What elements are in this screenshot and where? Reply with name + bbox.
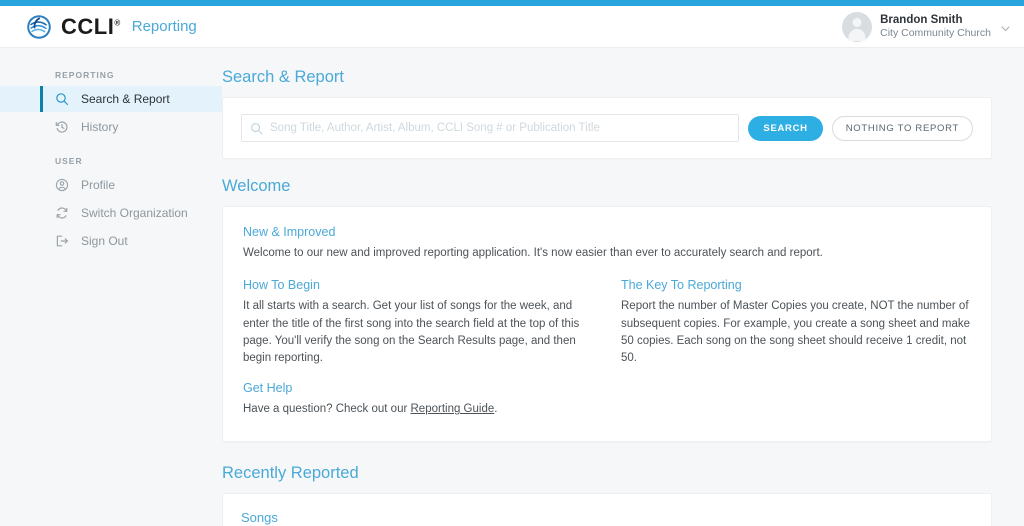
sidebar-section-reporting-label: REPORTING <box>55 70 115 80</box>
brand-logo[interactable]: CCLI® Reporting <box>26 14 197 40</box>
welcome-title: Welcome <box>222 177 291 195</box>
page-title: Search & Report <box>222 68 344 86</box>
sidebar-item-sign-out[interactable]: Sign Out <box>0 228 222 254</box>
welcome-get-help-text: Have a question? Check out our Reporting… <box>243 401 593 418</box>
get-help-text-after: . <box>494 403 498 416</box>
search-input[interactable] <box>270 122 731 134</box>
welcome-new-improved-text: Welcome to our new and improved reportin… <box>243 247 823 259</box>
welcome-card: New & Improved Welcome to our new and im… <box>222 206 992 442</box>
songs-subtitle: Songs <box>241 509 278 525</box>
account-name: Brandon Smith <box>880 13 963 26</box>
welcome-column-right: The Key To Reporting Report the number o… <box>621 264 971 418</box>
sidebar-section-user-label: USER <box>55 156 83 166</box>
get-help-text-before: Have a question? Check out our <box>243 403 411 416</box>
main-content: Search & Report SEARCH NOTHING TO REPORT… <box>222 48 1024 526</box>
sidebar-item-switch-organization[interactable]: Switch Organization <box>0 200 222 226</box>
welcome-new-improved-heading: New & Improved <box>243 225 336 239</box>
ccli-swirl-icon <box>26 14 52 40</box>
brand-name: CCLI® <box>61 13 121 39</box>
account-organization: City Community Church <box>880 27 991 40</box>
account-menu[interactable]: Brandon Smith City Community Church <box>842 11 1010 42</box>
search-icon <box>250 122 263 135</box>
search-field-wrapper[interactable] <box>241 114 740 142</box>
sidebar-item-label: Sign Out <box>81 234 128 248</box>
sidebar-item-search-report[interactable]: Search & Report <box>0 86 222 112</box>
reporting-guide-link[interactable]: Reporting Guide <box>411 403 495 415</box>
sidebar-item-profile[interactable]: Profile <box>0 172 222 198</box>
search-icon <box>55 92 69 106</box>
sidebar-item-label: History <box>81 120 119 134</box>
history-icon <box>55 120 69 134</box>
brand-registered-mark: ® <box>114 18 121 28</box>
welcome-key-to-reporting-text: Report the number of Master Copies you c… <box>621 300 971 364</box>
welcome-column-left: How To Begin It all starts with a search… <box>243 264 593 418</box>
welcome-how-to-begin-text: It all starts with a search. Get your li… <box>243 300 580 364</box>
brand-product-name: Reporting <box>131 18 197 35</box>
nothing-to-report-button[interactable]: NOTHING TO REPORT <box>831 115 973 141</box>
sign-out-icon <box>55 234 69 248</box>
switch-organization-icon <box>55 206 69 220</box>
profile-icon <box>55 178 69 192</box>
sidebar-item-label: Profile <box>81 178 116 192</box>
recently-reported-title: Recently Reported <box>222 463 359 482</box>
welcome-key-to-reporting-heading: The Key To Reporting <box>621 278 742 293</box>
search-card: SEARCH NOTHING TO REPORT <box>222 97 992 159</box>
sidebar: REPORTING Search & Report History USER P… <box>0 48 222 526</box>
welcome-get-help-heading: Get Help <box>243 381 293 396</box>
chevron-down-icon[interactable] <box>1001 24 1010 35</box>
sidebar-item-label: Switch Organization <box>81 206 188 220</box>
sidebar-item-history[interactable]: History <box>0 114 222 140</box>
welcome-how-to-begin-heading: How To Begin <box>243 278 320 293</box>
avatar <box>842 11 873 42</box>
search-button[interactable]: SEARCH <box>748 115 823 141</box>
recently-reported-card: Songs TITLE AUTHOR CCLI SONG # REPORTED … <box>222 492 992 526</box>
account-text: Brandon Smith City Community Church <box>880 13 991 41</box>
sidebar-item-label: Search & Report <box>81 92 170 106</box>
app-header: CCLI® Reporting Brandon Smith City Commu… <box>0 6 1024 48</box>
